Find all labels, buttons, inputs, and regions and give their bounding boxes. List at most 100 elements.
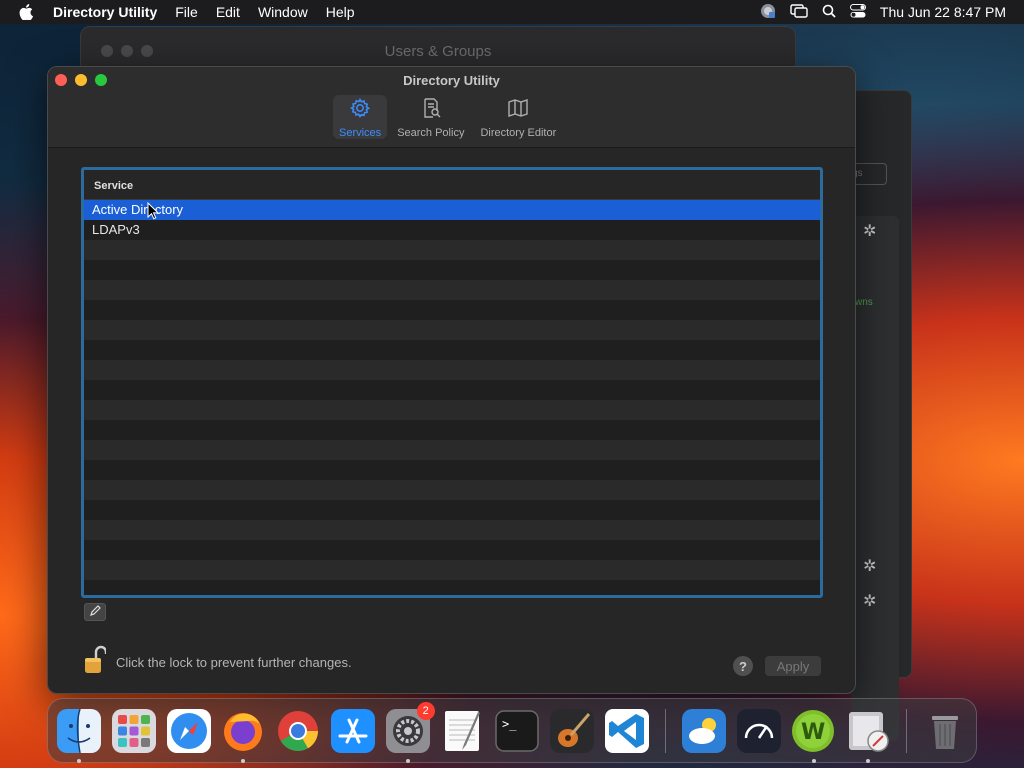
safari-icon — [166, 708, 211, 753]
table-row-empty — [84, 280, 820, 300]
running-indicator — [866, 758, 871, 763]
background-gear-icon: ✲ — [863, 593, 877, 610]
tab-services[interactable]: Services — [333, 95, 388, 139]
notification-badge: 2 — [416, 701, 435, 720]
menu-window[interactable]: Window — [249, 4, 317, 20]
dock-garageband[interactable] — [547, 706, 597, 756]
apple-menu-icon[interactable] — [8, 4, 44, 20]
directory-status-icon[interactable] — [760, 3, 776, 22]
menu-file[interactable]: File — [166, 4, 207, 20]
search-policy-icon — [420, 97, 442, 124]
running-indicator — [241, 758, 246, 763]
table-row-empty — [84, 480, 820, 500]
dock-directory-utility[interactable] — [843, 706, 893, 763]
table-row-active-directory[interactable]: Active Directory — [84, 200, 820, 220]
lock-description: Click the lock to prevent further change… — [116, 655, 352, 670]
gear-icon — [349, 97, 371, 124]
running-indicator — [405, 758, 410, 763]
svg-text:>_: >_ — [502, 717, 517, 731]
weather-icon — [681, 708, 726, 753]
dock-trash[interactable] — [920, 706, 970, 756]
dock-weather[interactable] — [679, 706, 729, 756]
textedit-icon — [444, 710, 480, 751]
background-gear-icon: ✲ — [863, 223, 877, 240]
dock-separator — [664, 708, 666, 753]
dock-wunderlist[interactable]: W — [789, 706, 839, 763]
lock-row: Click the lock to prevent further change… — [84, 645, 352, 680]
running-indicator — [811, 758, 816, 763]
menu-help[interactable]: Help — [317, 4, 364, 20]
launchpad-icon — [111, 708, 156, 753]
directory-utility-icon — [849, 711, 890, 752]
dock-finder[interactable] — [54, 706, 104, 763]
background-panel — [851, 216, 899, 741]
tab-services-label: Services — [339, 127, 382, 139]
window-title: Directory Utility — [403, 73, 500, 88]
trash-icon — [932, 715, 959, 749]
app-store-icon — [330, 708, 375, 753]
menu-app-name[interactable]: Directory Utility — [44, 4, 166, 20]
table-row-empty — [84, 340, 820, 360]
table-row-empty — [84, 440, 820, 460]
w-icon: W — [792, 709, 835, 752]
spotlight-search-icon[interactable] — [822, 4, 836, 21]
dock-vscode[interactable] — [602, 706, 652, 756]
tab-directory-editor[interactable]: Directory Editor — [474, 95, 562, 139]
mouse-pointer-icon — [147, 201, 160, 225]
map-icon — [507, 97, 529, 124]
dock: 2 >_ W — [47, 698, 977, 763]
dock-launchpad[interactable] — [109, 706, 159, 756]
dock-separator — [906, 708, 908, 753]
guitar-icon — [550, 708, 595, 753]
help-button[interactable]: ? — [733, 656, 753, 676]
unlocked-padlock-icon[interactable] — [84, 645, 108, 680]
toolbar: Services Search Policy Directory Editor — [333, 95, 562, 139]
screen-mirroring-icon[interactable] — [790, 3, 808, 21]
directory-utility-window: Directory Utility Services Search Policy… — [47, 66, 856, 694]
dock-textedit[interactable] — [438, 706, 488, 756]
table-row-empty — [84, 360, 820, 380]
background-window-title: Users & Groups — [384, 43, 492, 60]
pencil-icon — [89, 605, 101, 619]
table-row-empty — [84, 580, 820, 595]
table-row-empty — [84, 520, 820, 540]
gauge-icon — [736, 708, 781, 753]
tab-search-policy-label: Search Policy — [397, 127, 465, 139]
vscode-icon — [605, 708, 650, 753]
svg-text:W: W — [801, 720, 825, 745]
apply-button[interactable]: Apply — [765, 656, 821, 676]
dock-safari[interactable] — [164, 706, 214, 756]
finder-icon — [56, 708, 101, 753]
table-row-empty — [84, 460, 820, 480]
tab-search-policy[interactable]: Search Policy — [391, 95, 470, 139]
table-body: Active Directory LDAPv3 — [84, 200, 820, 595]
dock-system-settings[interactable]: 2 — [383, 701, 435, 763]
table-row-empty — [84, 240, 820, 260]
table-row-ldapv3[interactable]: LDAPv3 — [84, 220, 820, 240]
dock-firefox[interactable] — [218, 706, 268, 763]
table-row-empty — [84, 320, 820, 340]
window-titlebar: Directory Utility Services Search Policy… — [48, 67, 855, 148]
table-row-empty — [84, 380, 820, 400]
dock-terminal[interactable]: >_ — [493, 706, 543, 756]
control-center-icon[interactable] — [849, 3, 866, 21]
dock-app-store[interactable] — [328, 706, 378, 756]
background-green-text: wns — [855, 297, 873, 308]
edit-service-button[interactable] — [84, 603, 106, 621]
menu-clock[interactable]: Thu Jun 22 8:47 PM — [880, 4, 1006, 20]
column-header-service[interactable]: Service — [84, 170, 820, 200]
menu-edit[interactable]: Edit — [207, 4, 249, 20]
menu-bar: Directory Utility File Edit Window Help … — [0, 0, 1024, 24]
background-gear-icon: ✲ — [863, 558, 877, 575]
services-table[interactable]: Service Active Directory LDAPv3 — [81, 167, 823, 598]
dock-activity-monitor[interactable] — [734, 706, 784, 756]
table-row-empty — [84, 400, 820, 420]
terminal-icon: >_ — [495, 709, 540, 752]
table-row-empty — [84, 300, 820, 320]
table-row-empty — [84, 540, 820, 560]
dock-chrome[interactable] — [273, 706, 323, 756]
tab-directory-editor-label: Directory Editor — [480, 127, 557, 139]
running-indicator — [77, 758, 81, 763]
firefox-icon — [224, 712, 263, 751]
table-row-empty — [84, 420, 820, 440]
